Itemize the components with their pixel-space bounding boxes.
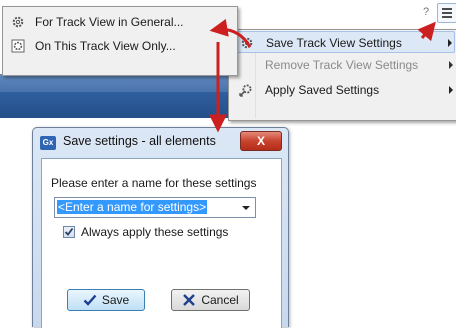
menu-item-label: Remove Track View Settings	[265, 58, 419, 72]
menu-item-label: Apply Saved Settings	[265, 83, 380, 97]
menu-item-apply-saved-settings[interactable]: Apply Saved Settings	[231, 79, 455, 101]
menu-item-label: For Track View in General...	[35, 15, 184, 29]
track-settings-icon	[11, 39, 25, 53]
x-mark-icon	[182, 293, 196, 307]
save-button-label: Save	[101, 293, 130, 307]
checkmark-icon	[83, 293, 97, 307]
cancel-button[interactable]: Cancel	[171, 289, 250, 311]
name-prompt-label: Please enter a name for these settings	[51, 176, 257, 190]
dialog-title: Save settings - all elements	[63, 134, 216, 148]
save-button[interactable]: Save	[67, 289, 145, 311]
apply-settings-icon	[239, 83, 253, 97]
settings-name-input[interactable]: <Enter a name for settings>	[57, 200, 208, 214]
submenu-arrow-icon	[448, 39, 452, 47]
menu-item-label: On This Track View Only...	[35, 39, 176, 53]
app-logo-icon: Gx	[40, 136, 56, 150]
help-button[interactable]: ?	[423, 6, 435, 20]
submenu-arrow-icon	[449, 61, 453, 69]
save-settings-submenu: For Track View in General... On This Tra…	[2, 6, 238, 76]
dialog-titlebar[interactable]: Gx Save settings - all elements X	[33, 128, 288, 156]
settings-name-combobox[interactable]: <Enter a name for settings>	[54, 197, 256, 218]
chevron-down-icon[interactable]	[242, 206, 250, 210]
close-button[interactable]: X	[240, 131, 282, 151]
menu-item-remove-track-view-settings[interactable]: Remove Track View Settings	[231, 54, 455, 76]
hamburger-icon[interactable]	[437, 3, 456, 23]
always-apply-label: Always apply these settings	[81, 225, 229, 239]
save-settings-dialog: Gx Save settings - all elements X Please…	[32, 127, 289, 328]
cancel-button-label: Cancel	[201, 293, 239, 307]
submenu-arrow-icon	[449, 86, 453, 94]
menu-item-for-track-view-in-general[interactable]: For Track View in General...	[5, 11, 233, 33]
menu-item-save-track-view-settings[interactable]: Save Track View Settings	[231, 31, 455, 53]
gear-icon	[240, 36, 254, 50]
menu-item-on-this-track-view-only[interactable]: On This Track View Only...	[5, 35, 233, 57]
app-ribbon-strip	[0, 74, 232, 118]
gear-icon	[11, 15, 25, 29]
always-apply-checkbox[interactable]	[63, 226, 75, 238]
track-view-settings-menu: Save Track View Settings Remove Track Vi…	[228, 29, 456, 121]
menu-item-label: Save Track View Settings	[266, 36, 402, 50]
